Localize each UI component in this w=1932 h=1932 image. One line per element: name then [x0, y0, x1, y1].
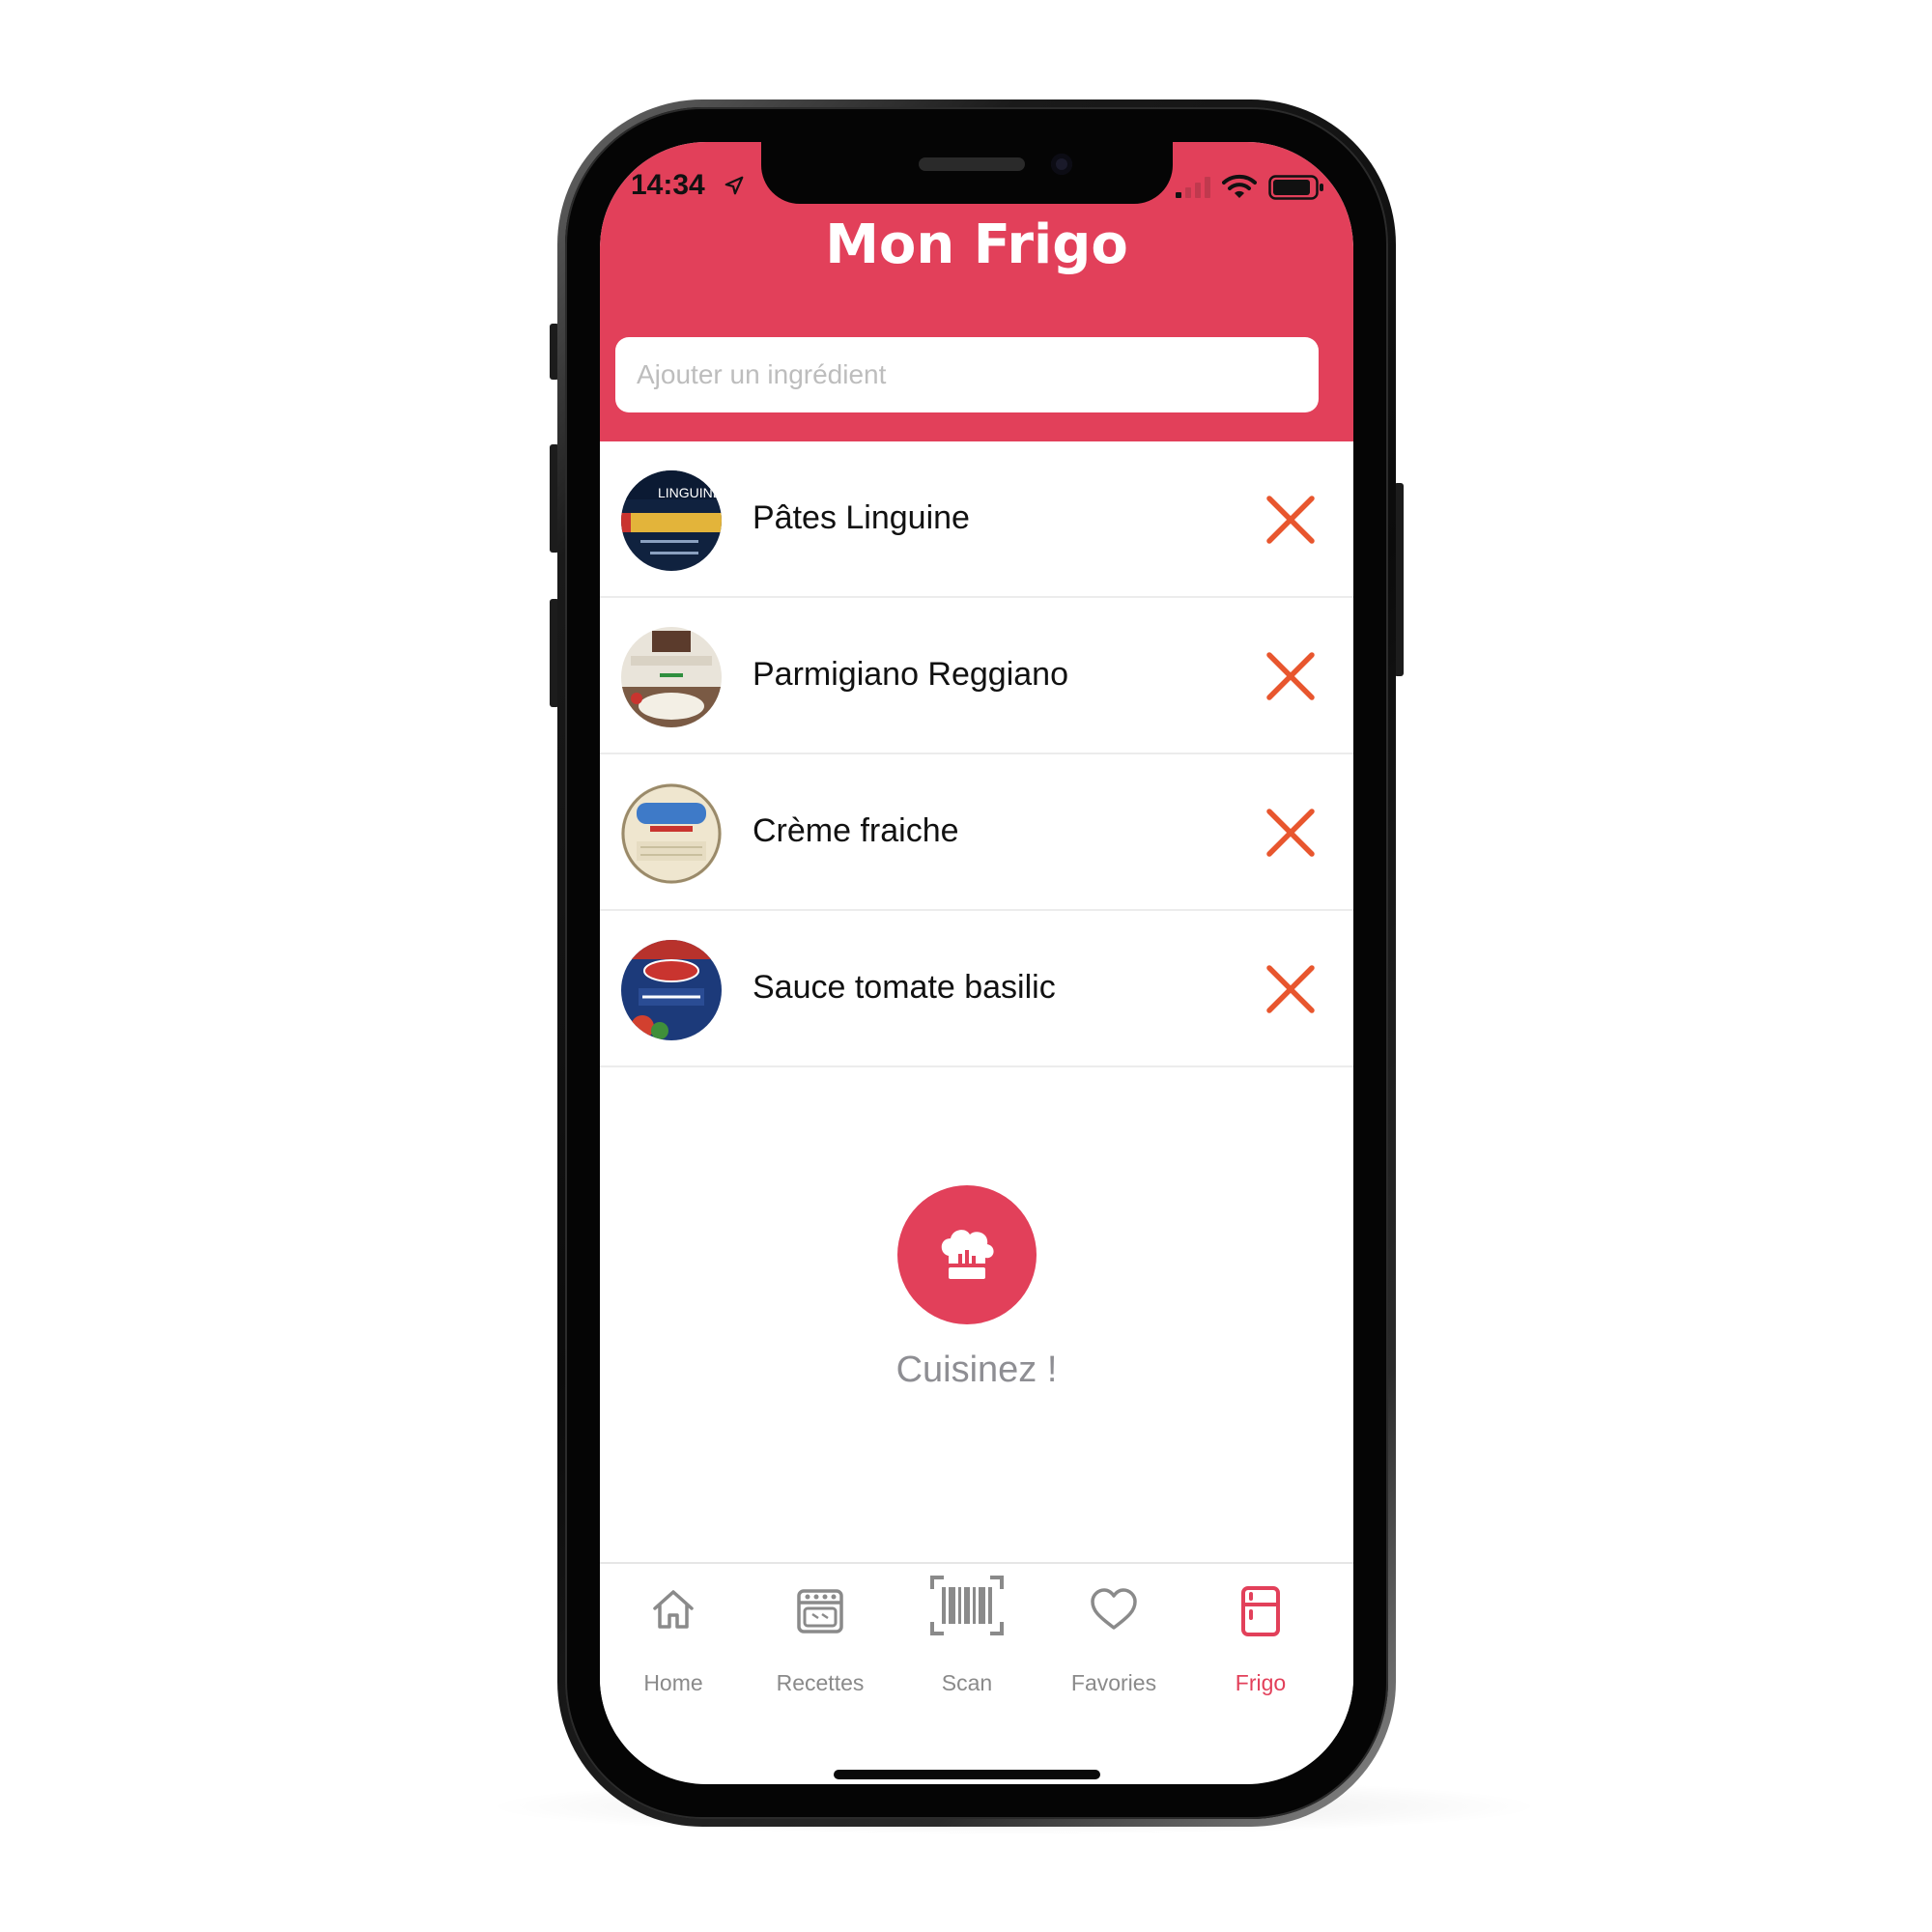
barcode-icon	[930, 1576, 1004, 1635]
tab-favories[interactable]: Favories	[1040, 1564, 1187, 1709]
tab-recettes[interactable]: Recettes	[747, 1564, 894, 1709]
home-indicator[interactable]	[834, 1770, 1100, 1779]
creme-fraiche-thumbnail	[621, 783, 722, 884]
tab-bar: Home Recettes Scan Favories Frigo	[600, 1562, 1353, 1736]
wifi-icon	[1222, 174, 1257, 198]
phone-frame: 14:34 Mon Frigo Ajouter un ingrédient LI…	[557, 99, 1396, 1827]
linguine-thumbnail: LINGUINE	[621, 470, 722, 571]
ingredient-item-parmigiano[interactable]: Parmigiano Reggiano	[600, 598, 1353, 754]
front-camera	[1051, 154, 1072, 175]
tab-label: Scan	[941, 1670, 993, 1695]
ingredient-list: LINGUINE Pâtes Linguine Parmigiano Reggi…	[600, 441, 1353, 1067]
phone-bezel: 14:34 Mon Frigo Ajouter un ingrédient LI…	[565, 107, 1388, 1819]
ingredient-item-linguine[interactable]: LINGUINE Pâtes Linguine	[600, 441, 1353, 598]
remove-icon[interactable]	[1264, 650, 1317, 702]
page-title: Mon Frigo	[825, 213, 1128, 276]
oven-icon	[797, 1589, 843, 1634]
tab-label: Home	[643, 1670, 703, 1695]
cook-label: Cuisinez !	[895, 1350, 1058, 1390]
tab-frigo[interactable]: Frigo	[1187, 1564, 1334, 1709]
ingredient-item-creme[interactable]: Crème fraiche	[600, 754, 1353, 911]
speaker-grille	[919, 157, 1025, 171]
parmigiano-thumbnail	[621, 627, 722, 727]
ingredient-item-sauce[interactable]: Sauce tomate basilic	[600, 911, 1353, 1067]
home-icon	[653, 1590, 694, 1629]
battery-icon	[1268, 175, 1323, 200]
cook-button[interactable]	[897, 1185, 1037, 1324]
remove-icon[interactable]	[1264, 494, 1317, 546]
signal-icon	[1176, 177, 1210, 198]
ingredient-name: Parmigiano Reggiano	[753, 656, 1068, 693]
tomato-sauce-thumbnail	[621, 940, 722, 1040]
heart-icon	[1091, 1588, 1137, 1630]
ingredient-name: Sauce tomate basilic	[753, 969, 1056, 1006]
app-screen: 14:34 Mon Frigo Ajouter un ingrédient LI…	[600, 142, 1353, 1784]
remove-icon[interactable]	[1264, 963, 1317, 1015]
location-arrow-icon	[724, 176, 744, 195]
ingredient-name: Pâtes Linguine	[753, 499, 970, 536]
tab-label: Favories	[1070, 1670, 1157, 1695]
svg-text:LINGUINE: LINGUINE	[658, 485, 722, 500]
tab-label: Recettes	[776, 1670, 865, 1695]
fridge-icon	[1241, 1586, 1280, 1636]
remove-icon[interactable]	[1264, 807, 1317, 859]
ingredient-name: Crème fraiche	[753, 812, 959, 849]
tab-scan[interactable]: Scan	[894, 1564, 1040, 1709]
add-ingredient-input[interactable]	[615, 337, 1319, 412]
notch	[761, 142, 1173, 204]
tab-home[interactable]: Home	[600, 1564, 747, 1709]
tab-label: Frigo	[1235, 1670, 1287, 1695]
chef-hat-icon	[941, 1230, 994, 1279]
status-time: 14:34	[631, 169, 705, 201]
